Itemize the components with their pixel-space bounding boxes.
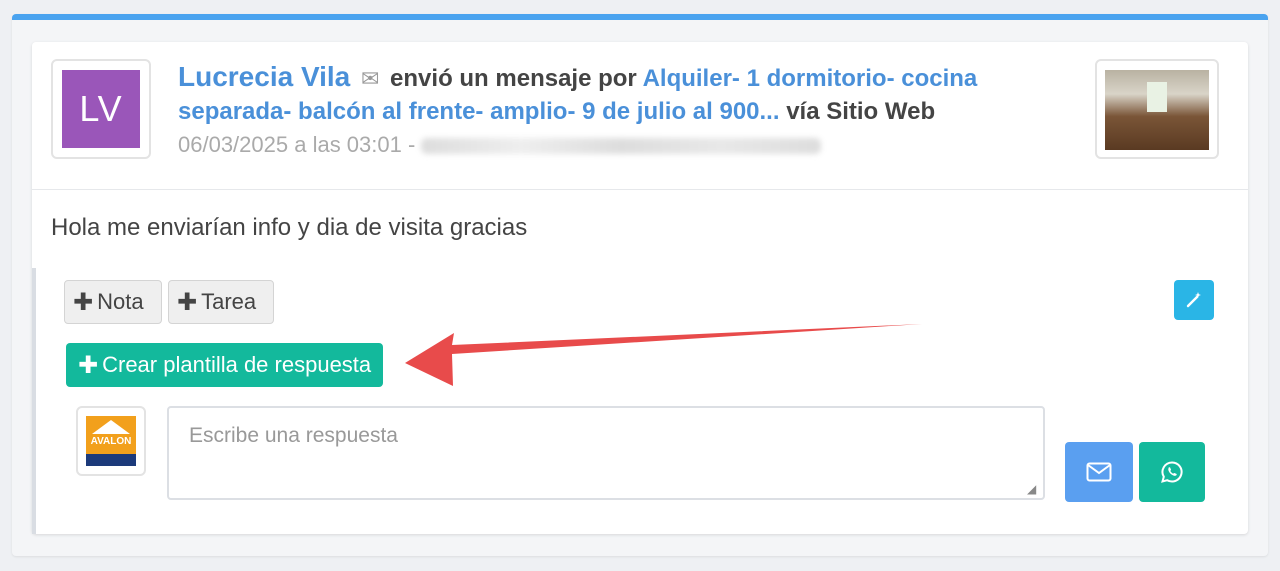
redacted-contact-info (421, 138, 822, 155)
agency-logo-frame: AVALON (76, 406, 146, 476)
sender-name-link[interactable]: Lucrecia Vila (178, 61, 350, 92)
envelope-icon (1086, 462, 1112, 482)
plus-icon: ✚ (177, 288, 198, 316)
send-email-button[interactable] (1065, 442, 1133, 502)
thumbnail-window (1147, 82, 1167, 112)
add-note-button[interactable]: ✚ Nota (64, 280, 162, 324)
action-text: envió un mensaje por (390, 65, 637, 92)
message-title: Lucrecia Vila ✉ envió un mensaje por Alq… (178, 60, 1058, 128)
message-meta: 06/03/2025 a las 03:01 - (178, 132, 822, 158)
via-text: vía Sitio Web (786, 98, 936, 125)
agency-logo: AVALON (86, 416, 136, 466)
property-thumbnail[interactable] (1105, 70, 1209, 150)
whatsapp-icon (1161, 461, 1183, 483)
avatar: LV (62, 70, 140, 148)
add-task-label: Tarea (201, 289, 257, 314)
magic-wand-icon (1186, 292, 1201, 308)
logo-roof-shape (92, 420, 130, 434)
message-card: LV Lucrecia Vila ✉ envió un mensaje por … (32, 42, 1248, 534)
message-header: LV Lucrecia Vila ✉ envió un mensaje por … (32, 42, 1248, 190)
add-task-button[interactable]: ✚ Tarea (168, 280, 274, 324)
message-date: 06/03/2025 a las 03:01 - (178, 132, 416, 157)
resize-grip-icon[interactable]: ◢ (1027, 482, 1041, 496)
logo-bar (86, 454, 136, 466)
plus-icon: ✚ (78, 351, 99, 379)
send-whatsapp-button[interactable] (1139, 442, 1205, 502)
magic-wand-button[interactable] (1174, 280, 1214, 320)
create-reply-template-label: Crear plantilla de respuesta (102, 352, 372, 377)
add-note-label: Nota (97, 289, 144, 314)
plus-icon: ✚ (73, 288, 94, 316)
envelope-icon: ✉ (360, 66, 380, 91)
reply-textarea[interactable] (167, 406, 1045, 500)
logo-text: AVALON (90, 436, 132, 447)
create-reply-template-button[interactable]: ✚ Crear plantilla de respuesta (66, 343, 384, 387)
avatar-frame: LV (51, 59, 151, 159)
reply-actions: ✚ Nota ✚ Tarea ✚ Crear plantilla de resp… (32, 268, 1248, 534)
message-body: Hola me enviarían info y dia de visita g… (51, 214, 528, 241)
property-thumbnail-frame[interactable] (1095, 59, 1219, 159)
